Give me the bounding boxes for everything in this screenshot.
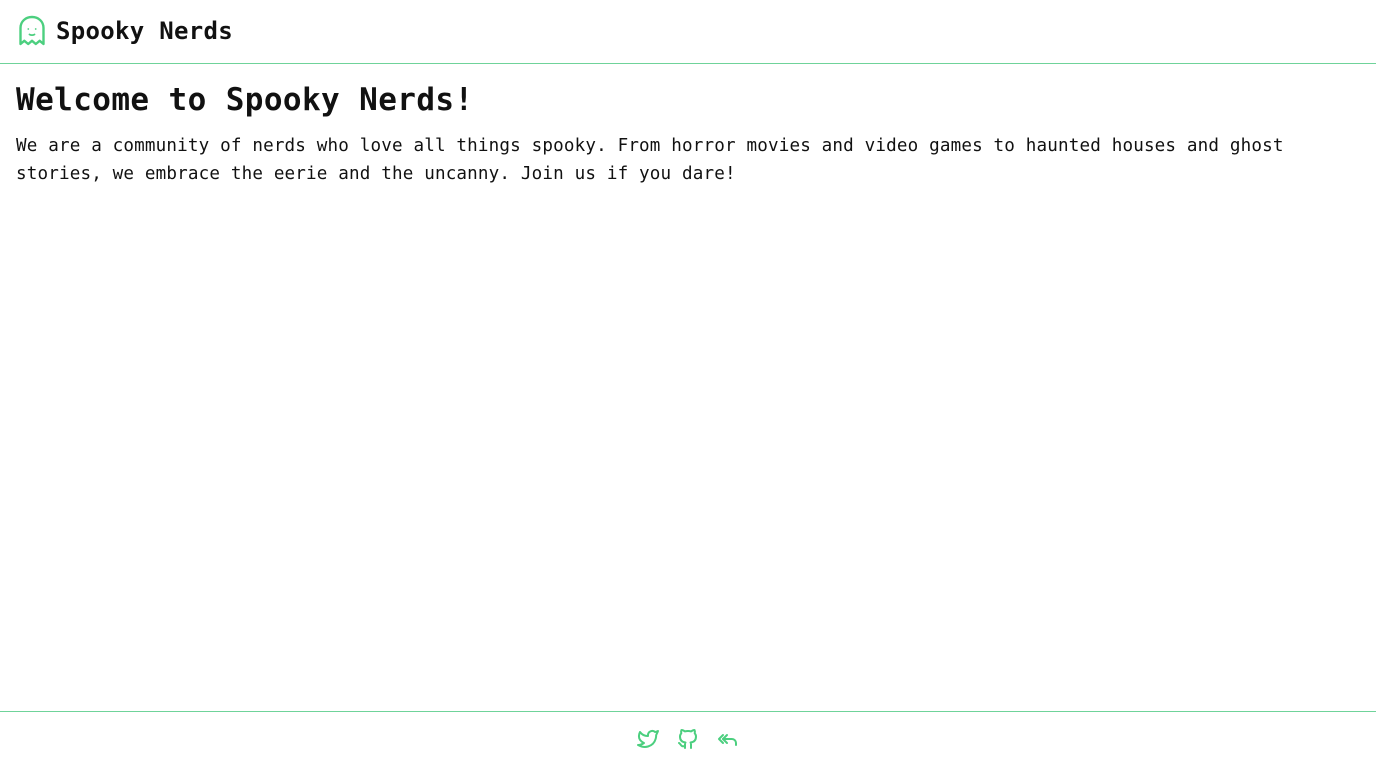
github-icon — [676, 727, 700, 755]
twitter-icon — [636, 727, 660, 755]
site-name: Spooky Nerds — [56, 17, 233, 45]
home-link[interactable]: Spooky Nerds — [18, 15, 233, 47]
site-footer — [0, 711, 1376, 768]
twitter-link[interactable] — [636, 729, 660, 753]
social-links — [0, 729, 1376, 753]
intro-paragraph: We are a community of nerds who love all… — [16, 136, 1284, 184]
github-link[interactable] — [676, 729, 700, 753]
page-title: Welcome to Spooky Nerds! — [16, 82, 474, 118]
reply-all-icon — [716, 727, 740, 755]
ghost-icon — [18, 15, 46, 47]
site-header: Spooky Nerds — [0, 0, 1376, 64]
main-content: Welcome to Spooky Nerds! We are a commun… — [16, 80, 1360, 188]
page: Spooky Nerds Welcome to Spooky Nerds! We… — [0, 0, 1376, 768]
reply-all-link[interactable] — [716, 729, 740, 753]
